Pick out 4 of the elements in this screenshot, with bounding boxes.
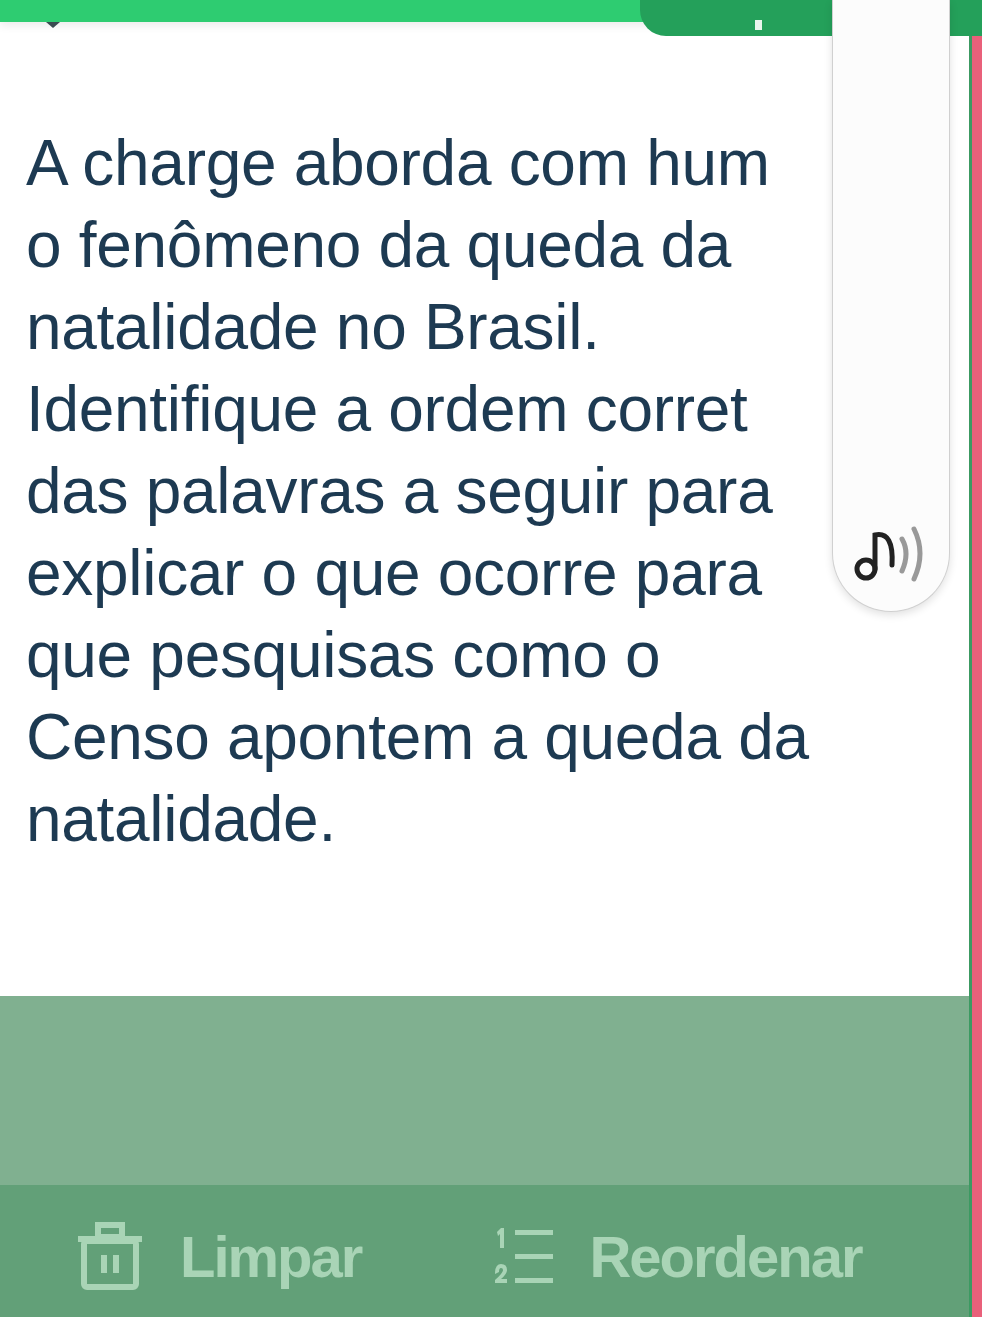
clear-button[interactable]: Limpar — [76, 1221, 362, 1291]
question-text: A charge aborda com hum o fenômeno da queda da natalidade no Brasil. Identifique a ordem corret das palavras a seguir para explicar o que ocorre para que pesquisas como o Censo apontem a queda da natalidade. — [26, 126, 809, 857]
reorder-button[interactable]: Reordenar — [491, 1222, 862, 1290]
trash-icon — [76, 1221, 144, 1291]
